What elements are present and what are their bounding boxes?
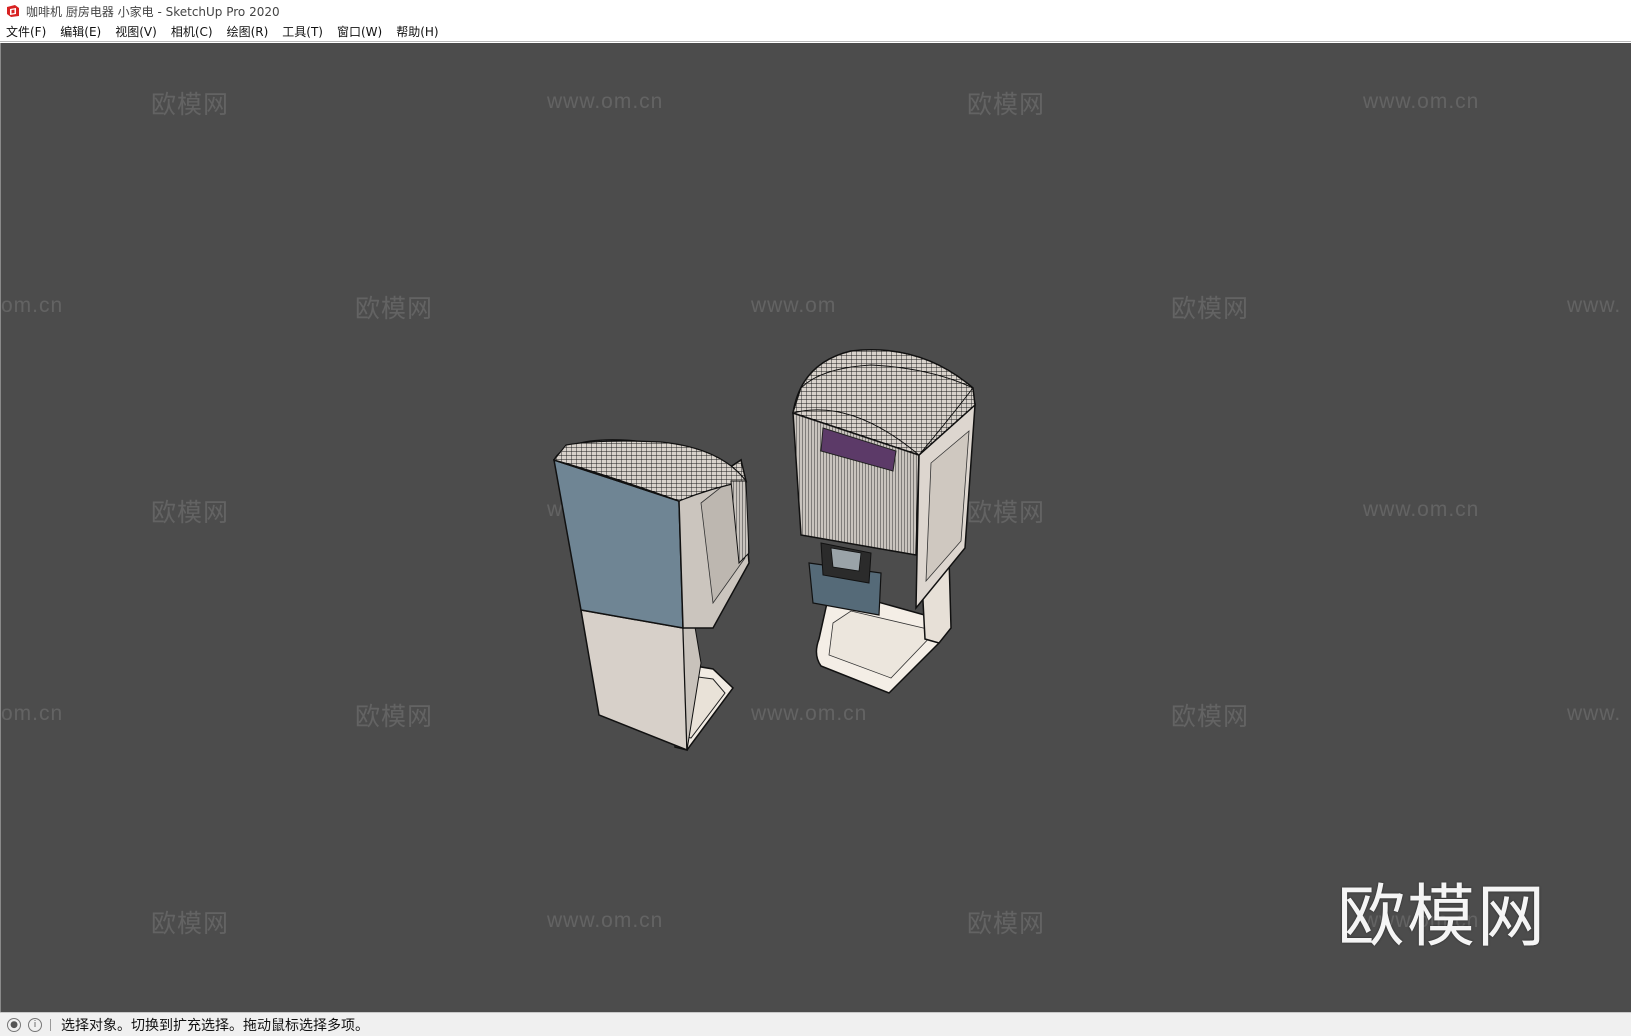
menu-file[interactable]: 文件(F) — [0, 23, 53, 41]
window-title: 咖啡机 厨房电器 小家电 - SketchUp Pro 2020 — [26, 4, 280, 19]
sketchup-logo-icon — [7, 5, 19, 17]
menu-tools[interactable]: 工具(T) — [275, 23, 330, 41]
coffee-machine-right[interactable] — [792, 349, 976, 694]
geo-location-icon[interactable]: ● — [7, 1017, 21, 1032]
menu-camera[interactable]: 相机(C) — [164, 23, 220, 41]
title-bar: 咖啡机 厨房电器 小家电 - SketchUp Pro 2020 — [0, 0, 1631, 22]
status-bar: ● i 选择对象。切换到扩充选择。拖动鼠标选择多项。 — [0, 1012, 1631, 1036]
menu-view[interactable]: 视图(V) — [108, 23, 164, 41]
menu-draw[interactable]: 绘图(R) — [220, 23, 276, 41]
menu-edit[interactable]: 编辑(E) — [53, 23, 108, 41]
coffee-machine-left[interactable] — [552, 439, 750, 752]
menu-window[interactable]: 窗口(W) — [330, 23, 389, 41]
watermark-logo: 欧模网 — [1337, 878, 1548, 957]
modeling-viewport[interactable]: 欧模网 www.om.cn 欧模网 www.om.cn om.cn 欧模网 ww… — [0, 43, 1631, 1012]
status-divider — [50, 1018, 51, 1031]
menu-help[interactable]: 帮助(H) — [389, 23, 445, 41]
menu-bar: 文件(F) 编辑(E) 视图(V) 相机(C) 绘图(R) 工具(T) 窗口(W… — [0, 22, 1631, 42]
info-icon[interactable]: i — [28, 1017, 42, 1032]
status-message: 选择对象。切换到扩充选择。拖动鼠标选择多项。 — [61, 1017, 369, 1034]
